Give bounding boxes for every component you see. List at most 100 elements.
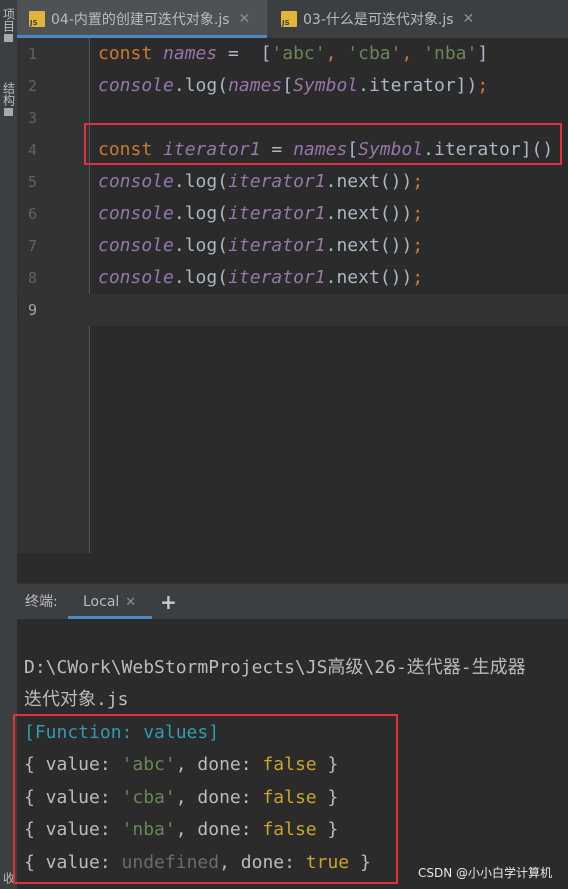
code-token: ; (412, 267, 424, 288)
terminal-line: D:\CWork\WebStormProjects\JS高级\26-迭代器-生成… (24, 652, 526, 684)
terminal-token: 迭代对象.js (24, 689, 129, 710)
tab-03-what-is-iterable[interactable]: 03-什么是可迭代对象.js ✕ (269, 0, 499, 38)
code-token: = [ (217, 43, 272, 64)
code-token: ()) (379, 267, 413, 288)
watermark: CSDN @小小白学计算机 (417, 866, 552, 880)
code-token: . (173, 203, 185, 224)
code-line[interactable]: 7 console.log(iterator1.next()); (17, 230, 568, 262)
code-token: ( (217, 203, 229, 224)
code-token: . (325, 171, 337, 192)
code-token: const (98, 43, 164, 64)
code-token: iterator1 (228, 235, 326, 256)
code-token: ()) (379, 203, 413, 224)
code-token: ( (217, 75, 229, 96)
code-line[interactable]: 8 console.log(iterator1.next()); (17, 262, 568, 294)
code-token: next (336, 203, 380, 224)
terminal-tab-local[interactable]: Local ✕ (68, 584, 152, 620)
code-token: iterator1 (228, 171, 326, 192)
terminal-header: 终端: Local ✕ + (17, 583, 568, 620)
code-text: console.log(iterator1.next()); (98, 198, 423, 230)
code-editor[interactable]: 1 const names = ['abc', 'cba', 'nba'] 2 con… (17, 38, 568, 583)
code-token: ()) (379, 235, 413, 256)
line-number: 8 (27, 269, 37, 287)
code-token: . (325, 267, 337, 288)
code-token: next (336, 171, 380, 192)
code-token: [ (282, 75, 294, 96)
close-icon[interactable]: ✕ (239, 11, 251, 27)
code-token: , (401, 43, 424, 64)
code-token: log (184, 235, 218, 256)
code-token: 'cba' (347, 43, 402, 64)
code-token: ; (412, 203, 424, 224)
project-tool-tab[interactable]: 项目 (0, 8, 17, 42)
code-token: log (184, 75, 218, 96)
code-token: . (173, 235, 185, 256)
line-number: 4 (27, 141, 37, 159)
code-token: console (98, 203, 174, 224)
code-token: ]) (455, 75, 478, 96)
code-token: ] (477, 43, 489, 64)
code-token: iterator1 (228, 267, 326, 288)
code-token: , (325, 43, 348, 64)
code-token: . (325, 203, 337, 224)
code-token: console (98, 171, 174, 192)
terminal-token: D:\CWork\WebStormProjects\JS高级\26-迭代器-生成… (24, 656, 526, 678)
code-token: ( (217, 235, 229, 256)
code-token: console (98, 75, 174, 96)
tab-label: 03-什么是可迭代对象.js (303, 12, 454, 28)
code-text: console.log(iterator1.next()); (98, 166, 423, 198)
tab-04-builtin-iterable[interactable]: 04-内置的创建可迭代对象.js ✕ (17, 0, 267, 38)
close-icon[interactable]: ✕ (463, 11, 475, 27)
code-line[interactable]: 2 console.log(names[Symbol.iterator]); (17, 70, 568, 102)
line-number: 9 (27, 301, 37, 319)
code-token: ()) (379, 171, 413, 192)
code-token: log (184, 267, 218, 288)
code-token: ; (477, 75, 489, 96)
code-token: . (173, 267, 185, 288)
terminal-output[interactable]: D:\CWork\WebStormProjects\JS高级\26-迭代器-生成… (13, 619, 568, 889)
tab-label: 04-内置的创建可迭代对象.js (51, 12, 230, 28)
project-tool-label: 项目 (1, 8, 16, 32)
code-token: names (163, 43, 218, 64)
line-number: 6 (27, 205, 37, 223)
code-token: ( (217, 171, 229, 192)
code-token: ; (412, 171, 424, 192)
js-file-icon (29, 11, 45, 27)
code-text: console.log(iterator1.next()); (98, 230, 423, 262)
code-token: console (98, 267, 174, 288)
code-line[interactable]: 5 console.log(iterator1.next()); (17, 166, 568, 198)
code-line[interactable]: 9 (17, 294, 568, 326)
terminal-tab-label: Local (83, 594, 120, 610)
code-text: console.log(names[Symbol.iterator]); (98, 70, 488, 102)
code-token: 'nba' (423, 43, 478, 64)
code-token: ( (217, 267, 229, 288)
structure-tool-tab[interactable]: 结构 (0, 82, 17, 116)
code-token: console (98, 235, 174, 256)
code-token: iterator1 (228, 203, 326, 224)
line-number: 1 (27, 45, 37, 63)
structure-icon (4, 108, 13, 116)
annotation-box-line-4 (84, 123, 562, 165)
folder-icon (4, 34, 13, 42)
line-number: 2 (27, 77, 37, 95)
annotation-box-output (13, 714, 398, 884)
code-token: log (184, 203, 218, 224)
structure-tool-label: 结构 (1, 82, 16, 106)
code-token: next (336, 267, 380, 288)
add-terminal-button[interactable]: + (160, 584, 177, 620)
js-file-icon (281, 11, 297, 27)
code-text: console.log(iterator1.next()); (98, 262, 423, 294)
code-token: log (184, 171, 218, 192)
code-line[interactable]: 6 console.log(iterator1.next()); (17, 198, 568, 230)
code-token: next (336, 235, 380, 256)
code-token: ; (412, 235, 424, 256)
code-token: 'abc' (271, 43, 326, 64)
line-number: 7 (27, 237, 37, 255)
code-token: . (173, 75, 185, 96)
code-line[interactable]: 1 const names = ['abc', 'cba', 'nba'] (17, 38, 568, 70)
code-token: . (173, 171, 185, 192)
terminal-title: 终端: (25, 594, 58, 610)
code-token: names (228, 75, 283, 96)
close-icon[interactable]: ✕ (125, 595, 136, 610)
line-number: 5 (27, 173, 37, 191)
